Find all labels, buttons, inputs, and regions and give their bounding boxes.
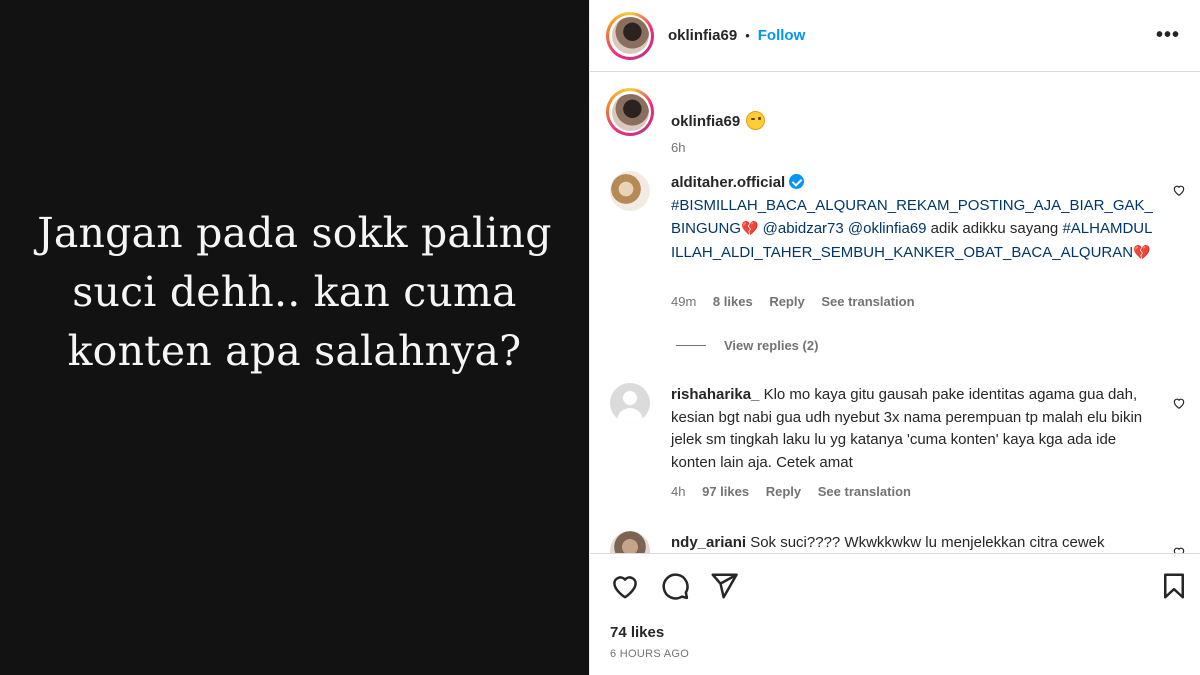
avatar bbox=[611, 93, 649, 131]
divider-line bbox=[676, 345, 706, 346]
comment-meta: 49m 8 likes Reply See translation bbox=[671, 294, 928, 309]
post-timestamp: 6 HOURS AGO bbox=[610, 648, 690, 660]
reply-button[interactable]: Reply bbox=[766, 484, 801, 499]
winking-face-icon bbox=[746, 111, 766, 130]
like-comment-heart-icon[interactable] bbox=[1172, 545, 1186, 553]
post-media[interactable]: Jangan pada sokk paling suci dehh.. kan … bbox=[0, 0, 589, 675]
bookmark-save-icon[interactable] bbox=[1159, 571, 1189, 601]
like-comment-heart-icon[interactable] bbox=[1172, 396, 1186, 410]
comment-bubble-icon[interactable] bbox=[660, 571, 690, 601]
see-translation-button[interactable]: See translation bbox=[818, 484, 911, 499]
story-ring-avatar[interactable] bbox=[606, 11, 654, 60]
avatar bbox=[611, 17, 649, 54]
commenter-avatar[interactable] bbox=[610, 171, 650, 211]
post-actions: 74 likes 6 HOURS AGO bbox=[590, 553, 1200, 675]
view-replies-label: View replies (2) bbox=[724, 338, 819, 353]
caption-avatar[interactable] bbox=[606, 88, 654, 136]
caption-timestamp: 6h bbox=[671, 140, 686, 155]
comment-likes[interactable]: 97 likes bbox=[702, 484, 749, 499]
comment-username[interactable]: rishaharika_ bbox=[671, 386, 759, 403]
view-replies-button[interactable]: View replies (2) bbox=[676, 338, 818, 353]
header-username[interactable]: oklinfia69 bbox=[668, 27, 737, 44]
comment-time: 4h bbox=[671, 484, 686, 499]
comment-username[interactable]: alditaher.official bbox=[671, 174, 785, 191]
see-translation-button[interactable]: See translation bbox=[821, 294, 914, 309]
broken-heart-icon: 💔 bbox=[1133, 243, 1151, 260]
comment-text: ndy_ariani Sok suci???? Wkwkkwkw lu menj… bbox=[671, 532, 1156, 553]
share-send-icon[interactable] bbox=[709, 571, 739, 601]
mention-link[interactable]: @abidzar73 bbox=[763, 220, 844, 237]
comment-content: Sok suci???? Wkwkkwkw lu menjelekkan cit… bbox=[750, 534, 1105, 551]
comment-meta: 4h 97 likes Reply See translation bbox=[671, 484, 924, 499]
more-options-icon[interactable]: ••• bbox=[1156, 25, 1180, 45]
comment-likes[interactable]: 8 likes bbox=[713, 294, 753, 309]
comment-time: 49m bbox=[671, 294, 697, 309]
post-header: oklinfia69 • Follow ••• bbox=[590, 0, 1200, 72]
comment-text: rishaharika_ Klo mo kaya gitu gausah pak… bbox=[671, 384, 1156, 474]
comment-plain-text: adik adikku sayang bbox=[926, 220, 1063, 237]
caption-username[interactable]: oklinfia69 bbox=[671, 113, 740, 130]
post-side-panel: oklinfia69 • Follow ••• oklinfia69 6h al… bbox=[589, 0, 1200, 675]
like-comment-heart-icon[interactable] bbox=[1172, 183, 1186, 197]
comment-text: alditaher.official #BISMILLAH_BACA_ALQUR… bbox=[671, 172, 1156, 264]
comment-username[interactable]: ndy_ariani bbox=[671, 534, 746, 551]
post-likes-count[interactable]: 74 likes bbox=[610, 624, 664, 641]
commenter-avatar[interactable] bbox=[610, 531, 650, 553]
mention-link[interactable]: @oklinfia69 bbox=[848, 220, 927, 237]
media-caption-text: Jangan pada sokk paling suci dehh.. kan … bbox=[37, 209, 552, 375]
broken-heart-icon: 💔 bbox=[741, 220, 759, 236]
comments-list[interactable]: oklinfia69 6h alditaher.official #BISMIL… bbox=[590, 73, 1200, 553]
separator-dot: • bbox=[745, 28, 750, 43]
like-heart-icon[interactable] bbox=[610, 571, 640, 601]
verified-badge-icon bbox=[789, 174, 805, 189]
commenter-avatar[interactable] bbox=[610, 383, 650, 423]
reply-button[interactable]: Reply bbox=[769, 294, 804, 309]
follow-button[interactable]: Follow bbox=[758, 27, 806, 44]
